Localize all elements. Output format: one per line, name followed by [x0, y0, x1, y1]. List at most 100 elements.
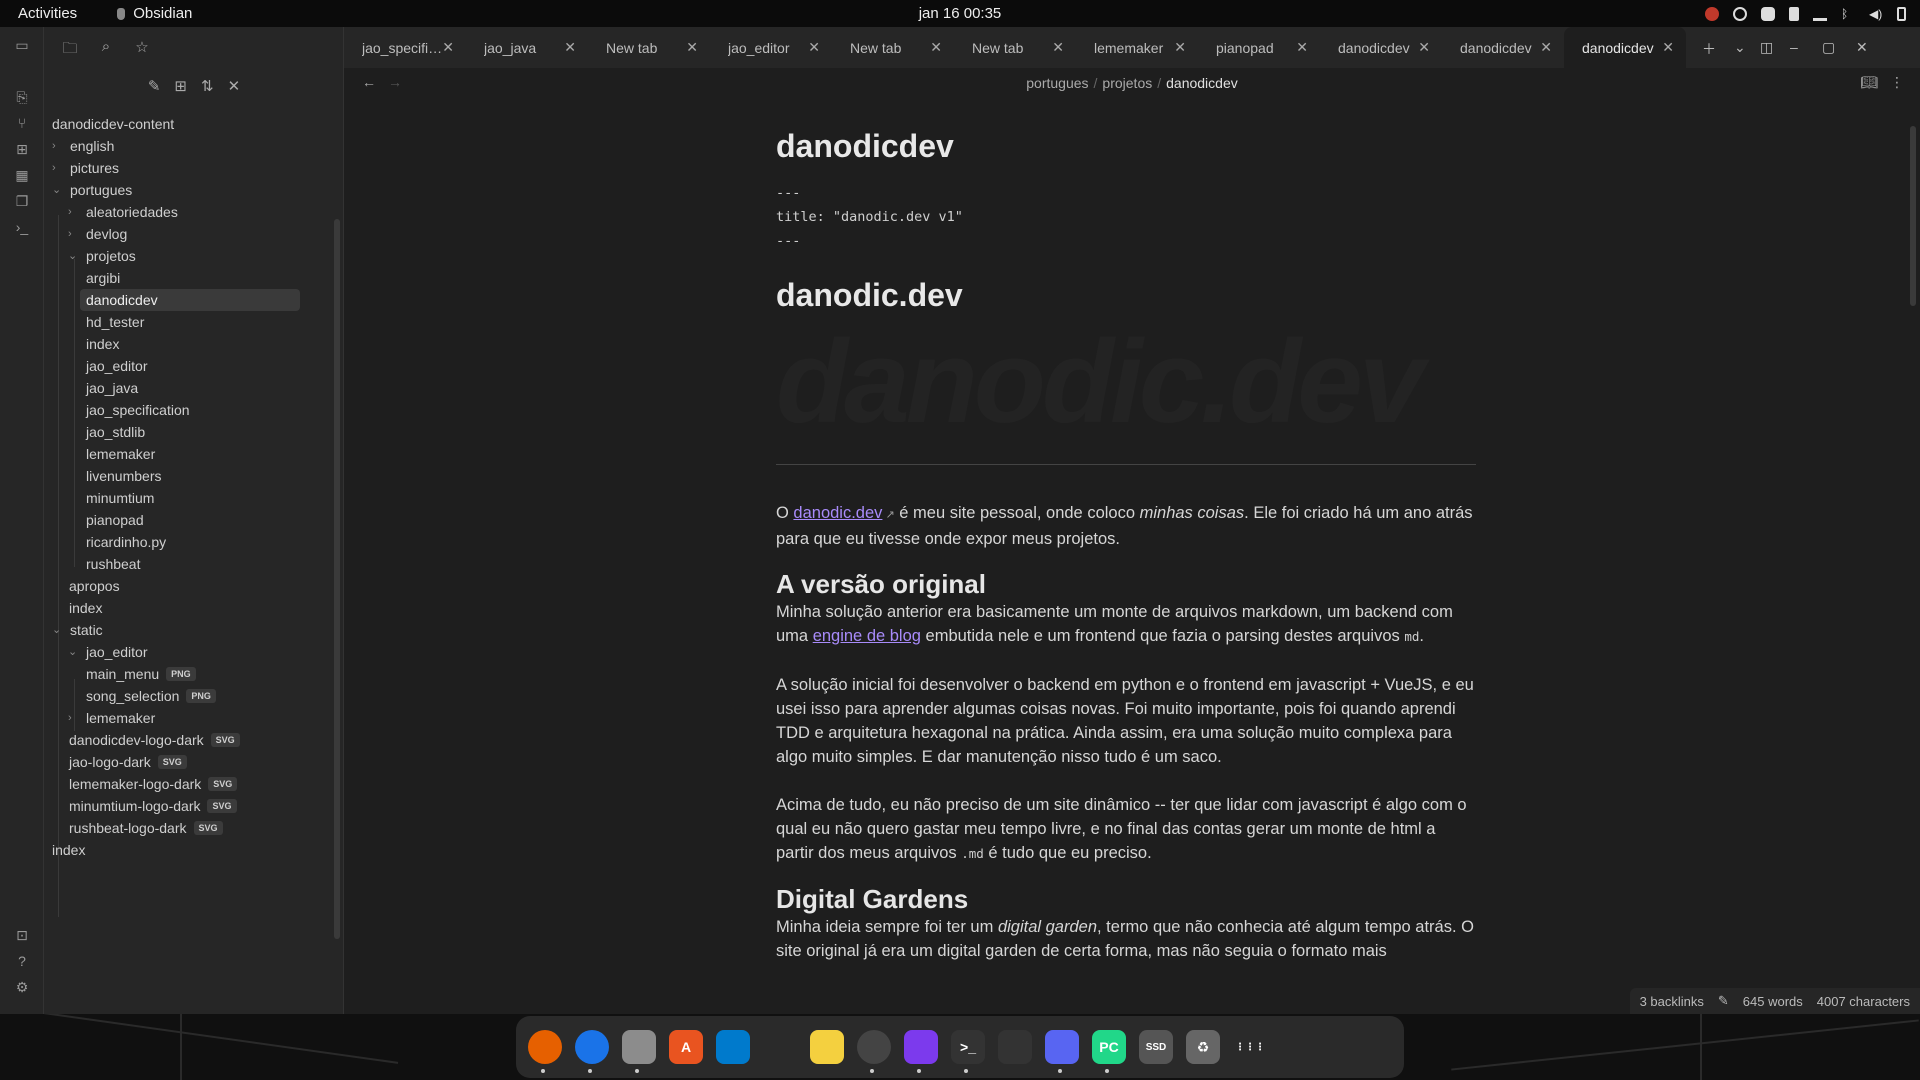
file-tree-scrollbar[interactable] — [334, 219, 340, 939]
graph-view-icon[interactable]: ⑂ — [12, 113, 32, 133]
bluetooth-icon[interactable]: ᛒ — [1841, 7, 1855, 21]
firefox-icon[interactable] — [528, 1030, 562, 1073]
mic-indicator-icon[interactable] — [1705, 6, 1719, 21]
note-title[interactable]: danodicdev — [776, 128, 1476, 165]
steam-icon[interactable] — [1733, 6, 1747, 21]
tree-file[interactable]: jao_specification — [86, 399, 190, 421]
tree-file[interactable]: rushbeat-logo-dark SVG — [69, 817, 223, 839]
close-icon[interactable]: ✕ — [442, 39, 454, 56]
tree-file[interactable]: index — [52, 839, 85, 861]
heading-2[interactable]: Digital Gardens — [776, 884, 1476, 915]
git-client-icon[interactable] — [763, 1030, 797, 1064]
tree-file[interactable]: rushbeat — [86, 553, 140, 575]
tree-file[interactable]: jao_editor — [86, 355, 148, 377]
tab-jao-java[interactable]: jao_java ✕ — [466, 27, 588, 68]
templates-icon[interactable]: ❐ — [12, 191, 32, 211]
tree-file[interactable]: argibi — [86, 267, 120, 289]
toggle-sidebar-icon[interactable]: ▭ — [12, 35, 32, 55]
tree-folder[interactable]: ⌄ portugues — [52, 179, 132, 201]
tree-file[interactable]: main_menu PNG — [86, 663, 196, 685]
new-note-icon[interactable]: ✎ — [148, 77, 161, 95]
tree-file[interactable]: index — [86, 333, 119, 355]
terminal-icon[interactable]: >_ — [951, 1030, 985, 1073]
heading-1[interactable]: danodic.dev — [776, 277, 1476, 314]
close-icon[interactable]: ✕ — [1540, 39, 1552, 56]
tree-file[interactable]: lememaker-logo-dark SVG — [69, 773, 238, 795]
lock-icon[interactable] — [1789, 6, 1799, 21]
help-icon[interactable]: ? — [12, 951, 32, 971]
close-icon[interactable]: ✕ — [686, 39, 698, 56]
heading-2[interactable]: A versão original — [776, 569, 1476, 600]
vault-root[interactable]: danodicdev-content — [52, 113, 174, 135]
close-icon[interactable]: ✕ — [1174, 39, 1186, 56]
breadcrumb-part[interactable]: projetos — [1102, 75, 1152, 91]
tab-jao-specification[interactable]: jao_specific... ✕ — [344, 27, 466, 68]
clock[interactable]: jan 16 00:35 — [0, 5, 1920, 22]
close-icon[interactable]: ✕ — [1662, 39, 1674, 56]
tree-file[interactable]: jao_stdlib — [86, 421, 145, 443]
toggle-right-sidebar-icon[interactable]: ◫ — [1760, 39, 1773, 56]
editor-scrollbar[interactable] — [1910, 126, 1916, 306]
settings-gear-icon[interactable]: ⚙ — [12, 977, 32, 997]
tree-file[interactable]: hd_tester — [86, 311, 144, 333]
command-palette-icon[interactable]: ›_ — [12, 217, 32, 237]
reading-view-book-icon[interactable]: 📖︎ — [1860, 74, 1878, 91]
external-link[interactable]: danodic.dev — [793, 504, 882, 522]
close-icon[interactable]: ✕ — [564, 39, 576, 56]
discord-icon[interactable] — [1045, 1030, 1079, 1073]
tab-new-tab[interactable]: New tab ✕ — [588, 27, 710, 68]
chrome-icon[interactable] — [575, 1030, 609, 1073]
tree-file[interactable]: minumtium-logo-dark SVG — [69, 795, 237, 817]
tree-file[interactable]: jao-logo-dark SVG — [69, 751, 187, 773]
new-folder-icon[interactable]: ⊞ — [174, 77, 187, 95]
tree-file[interactable]: index — [69, 597, 102, 619]
tab-jao-editor[interactable]: jao_editor ✕ — [710, 27, 832, 68]
close-icon[interactable]: ✕ — [930, 39, 942, 56]
network-icon[interactable] — [1813, 7, 1827, 21]
discord-tray-icon[interactable] — [1761, 6, 1775, 21]
sort-icon[interactable]: ⇅ — [201, 77, 214, 95]
paragraph[interactable]: Minha ideia sempre foi ter um digital ga… — [776, 915, 1476, 963]
tree-folder[interactable]: › devlog — [68, 223, 127, 245]
tab-danodicdev-active[interactable]: danodicdev ✕ — [1564, 27, 1686, 68]
collapse-all-icon[interactable]: ✕ — [228, 77, 241, 95]
tree-file-active[interactable]: danodicdev — [80, 289, 300, 311]
clock-icon[interactable] — [857, 1030, 891, 1073]
close-icon[interactable]: ✕ — [1052, 39, 1064, 56]
tree-file[interactable]: lememaker — [86, 443, 155, 465]
tree-file[interactable]: minumtium — [86, 487, 154, 509]
volume-icon[interactable]: ◀) — [1869, 7, 1883, 21]
tree-folder[interactable]: › english — [52, 135, 114, 157]
backlinks-count[interactable]: 3 backlinks — [1640, 994, 1704, 1009]
more-options-icon[interactable]: ⋮ — [1890, 74, 1904, 91]
tree-folder[interactable]: ⌄ static — [52, 619, 103, 641]
tree-file[interactable]: jao_java — [86, 377, 138, 399]
close-icon[interactable]: ✕ — [808, 39, 820, 56]
breadcrumb-part[interactable]: portugues — [1026, 75, 1088, 91]
close-icon[interactable]: ✕ — [1296, 39, 1308, 56]
minimize-icon[interactable]: – — [1790, 39, 1798, 55]
paragraph[interactable]: Acima de tudo, eu não preciso de um site… — [776, 793, 1476, 866]
frontmatter-line[interactable]: --- — [776, 181, 1476, 205]
breadcrumb-current[interactable]: danodicdev — [1166, 75, 1238, 91]
tree-file[interactable]: livenumbers — [86, 465, 161, 487]
activities-button[interactable]: Activities — [18, 5, 77, 22]
tab-danodicdev[interactable]: danodicdev ✕ — [1442, 27, 1564, 68]
tab-lememaker[interactable]: lememaker ✕ — [1076, 27, 1198, 68]
trash-icon[interactable]: ♻ — [1186, 1030, 1220, 1064]
tree-folder[interactable]: › aleatoriedades — [68, 201, 178, 223]
tree-file[interactable]: ricardinho.py — [86, 531, 166, 553]
vault-switcher-icon[interactable]: ⊡ — [12, 925, 32, 945]
maximize-icon[interactable]: ▢ — [1822, 39, 1835, 56]
disk-icon[interactable]: SSD — [1139, 1030, 1173, 1064]
tree-folder[interactable]: › pictures — [52, 157, 119, 179]
system-monitor-icon[interactable] — [998, 1030, 1032, 1064]
tab-pianopad[interactable]: pianopad ✕ — [1198, 27, 1320, 68]
files-icon[interactable] — [622, 1030, 656, 1073]
tree-file[interactable]: apropos — [69, 575, 120, 597]
tab-new-tab[interactable]: New tab ✕ — [832, 27, 954, 68]
app-menu[interactable]: Obsidian — [117, 5, 192, 22]
frontmatter-line[interactable]: title: "danodic.dev v1" — [776, 205, 1476, 229]
edit-pencil-icon[interactable]: ✎ — [1718, 993, 1729, 1009]
notes-icon[interactable] — [810, 1030, 844, 1064]
